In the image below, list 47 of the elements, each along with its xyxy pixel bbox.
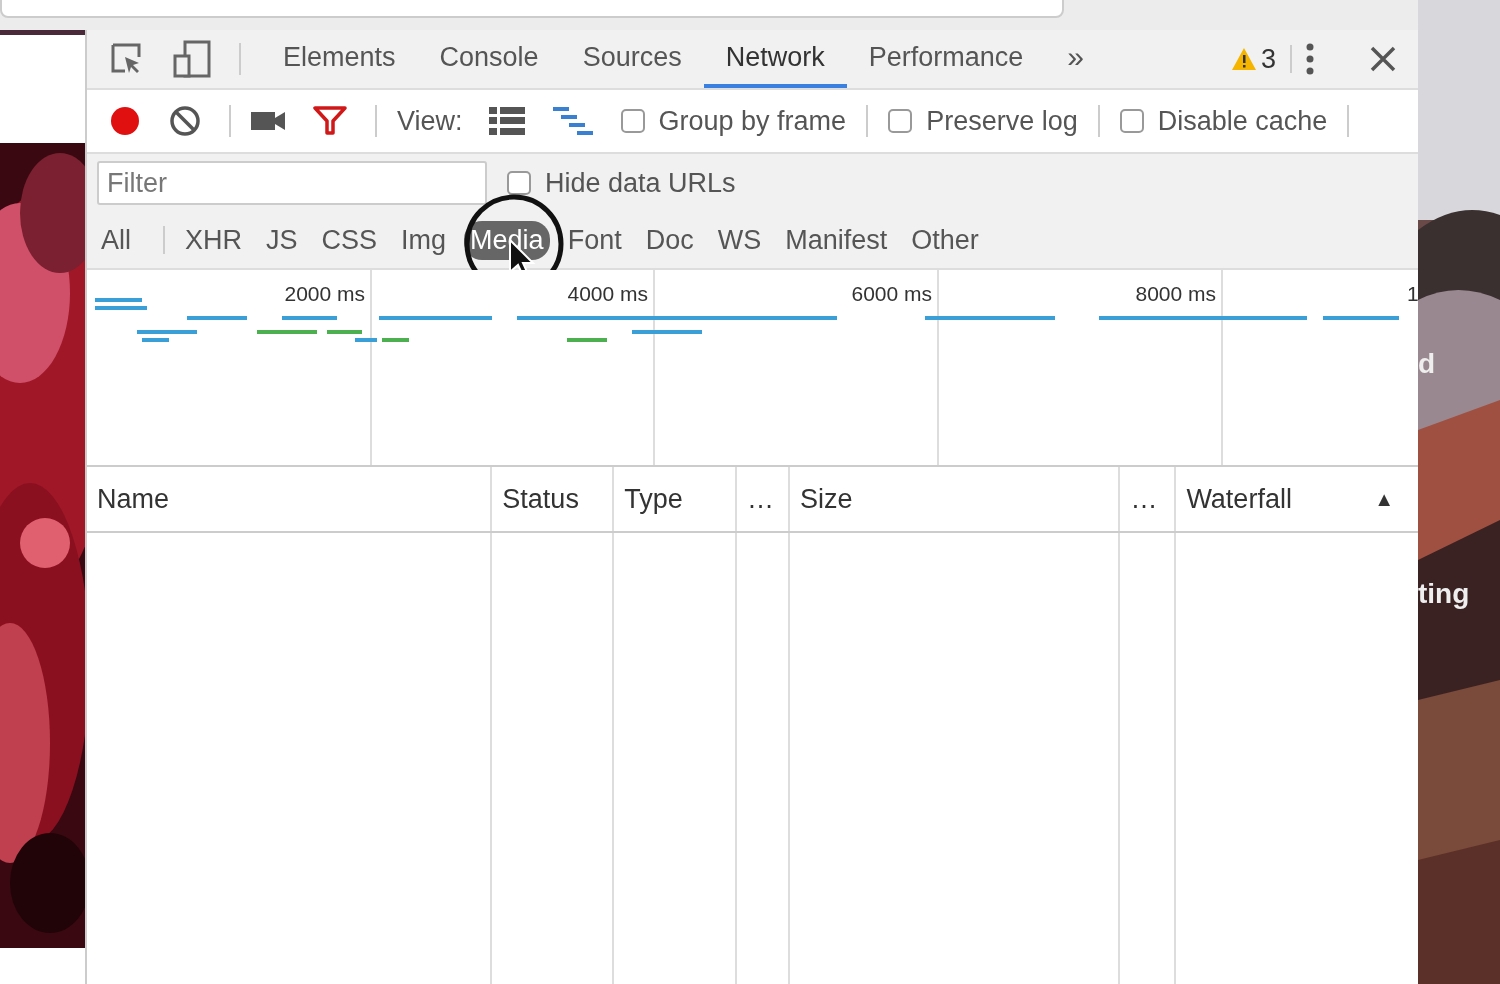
clear-icon[interactable] bbox=[169, 105, 201, 137]
type-filter[interactable]: WS bbox=[711, 220, 768, 260]
device-icon[interactable] bbox=[173, 40, 211, 78]
warning-count[interactable]: 3 bbox=[1260, 43, 1276, 75]
sort-indicator: ▲ bbox=[1374, 487, 1394, 511]
column-header[interactable]: Name bbox=[87, 467, 493, 531]
time-tick-label: 6000 ms bbox=[850, 282, 932, 306]
type-filter[interactable]: Font bbox=[561, 220, 628, 260]
column-header[interactable]: … bbox=[1120, 467, 1177, 531]
list-view-icon[interactable] bbox=[488, 107, 525, 135]
column-header[interactable]: Status bbox=[492, 467, 615, 531]
type-filter[interactable]: Manifest bbox=[779, 220, 894, 260]
warning-icon bbox=[1230, 47, 1257, 71]
type-filter[interactable]: Other bbox=[905, 220, 985, 260]
type-filter[interactable]: Img bbox=[395, 220, 453, 260]
type-filter[interactable]: XHR bbox=[179, 220, 249, 260]
panel-tab[interactable]: Console bbox=[417, 30, 561, 88]
column-header[interactable]: Waterfall ▲ bbox=[1176, 467, 1418, 531]
camera-icon[interactable] bbox=[251, 110, 285, 132]
panel-tab[interactable]: Performance bbox=[846, 30, 1046, 88]
more-tabs-button[interactable]: » bbox=[1045, 30, 1106, 88]
panel-tab[interactable]: Elements bbox=[261, 30, 418, 88]
column-header[interactable]: Size bbox=[789, 467, 1121, 531]
type-filter[interactable]: JS bbox=[260, 220, 304, 260]
time-tick-label: 1 bbox=[1407, 282, 1419, 306]
type-filter[interactable]: All bbox=[95, 220, 137, 260]
panel-tab[interactable]: Sources bbox=[560, 30, 704, 88]
record-icon[interactable] bbox=[109, 105, 141, 137]
time-tick-label: 4000 ms bbox=[566, 282, 648, 306]
option-checkbox[interactable]: Group by frame bbox=[620, 105, 847, 137]
more-options-icon[interactable] bbox=[1306, 43, 1314, 75]
hide-data-urls-checkbox[interactable]: Hide data URLs bbox=[507, 167, 736, 199]
filter-icon[interactable] bbox=[313, 106, 347, 136]
time-tick-label: 8000 ms bbox=[1134, 282, 1216, 306]
view-label: View: bbox=[397, 105, 463, 137]
column-header[interactable]: Type bbox=[614, 467, 737, 531]
time-tick-label: 2000 ms bbox=[283, 282, 365, 306]
option-checkbox[interactable]: Preserve log bbox=[888, 105, 1078, 137]
column-header[interactable]: … bbox=[737, 467, 790, 531]
close-icon[interactable] bbox=[1370, 46, 1396, 72]
type-filter[interactable]: Doc bbox=[639, 220, 700, 260]
type-filter[interactable]: CSS bbox=[315, 220, 384, 260]
desktop-label: d bbox=[1418, 348, 1436, 380]
option-checkbox[interactable]: Disable cache bbox=[1119, 105, 1328, 137]
waterfall-view-icon[interactable] bbox=[552, 107, 593, 135]
filter-field[interactable]: Filter bbox=[97, 161, 487, 205]
desktop-label: ting bbox=[1418, 578, 1470, 610]
